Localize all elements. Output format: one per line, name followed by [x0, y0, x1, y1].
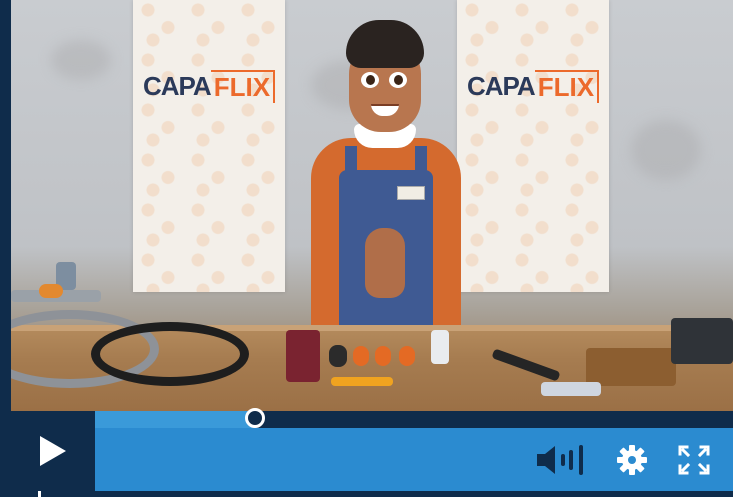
- toolbox: [671, 318, 733, 364]
- banner-logo: CAPA FLIX: [465, 62, 601, 110]
- focus-marker: [38, 491, 41, 497]
- connector: [353, 346, 369, 366]
- hands: [365, 228, 405, 298]
- wall-texture: [51, 40, 111, 80]
- gloves: [541, 382, 601, 396]
- logo-text-capa: CAPA: [142, 70, 212, 101]
- fullscreen-icon: [678, 445, 710, 474]
- gear-icon: [617, 444, 647, 475]
- multimeter: [286, 330, 320, 382]
- volume-icon: [537, 444, 583, 475]
- breaker: [431, 330, 449, 364]
- fullscreen-button[interactable]: [669, 428, 719, 491]
- video-frame[interactable]: CAPA FLIX CAPA FLIX: [11, 0, 733, 411]
- banner-logo: CAPA FLIX: [141, 62, 277, 110]
- play-icon: [40, 436, 66, 466]
- connector: [399, 346, 415, 366]
- presenter-character: [291, 10, 481, 334]
- tool-pouch: [586, 348, 676, 386]
- wall-texture: [631, 120, 701, 180]
- play-button[interactable]: [11, 411, 95, 491]
- logo-text-flix: FLIX: [534, 69, 600, 103]
- control-bar: [95, 428, 733, 491]
- volume-button[interactable]: [531, 428, 591, 491]
- name-badge: [397, 186, 425, 200]
- connector: [375, 346, 391, 366]
- logo-text-flix: FLIX: [210, 69, 276, 103]
- cable-coil-black: [91, 322, 249, 386]
- seek-bar[interactable]: [95, 408, 733, 428]
- voltage-tester: [331, 377, 393, 386]
- tape-roll: [39, 284, 63, 298]
- banner-left: CAPA FLIX: [133, 0, 285, 292]
- seek-bar-played: [95, 411, 255, 428]
- seek-handle[interactable]: [244, 408, 265, 428]
- connector: [329, 345, 347, 367]
- settings-button[interactable]: [607, 428, 657, 491]
